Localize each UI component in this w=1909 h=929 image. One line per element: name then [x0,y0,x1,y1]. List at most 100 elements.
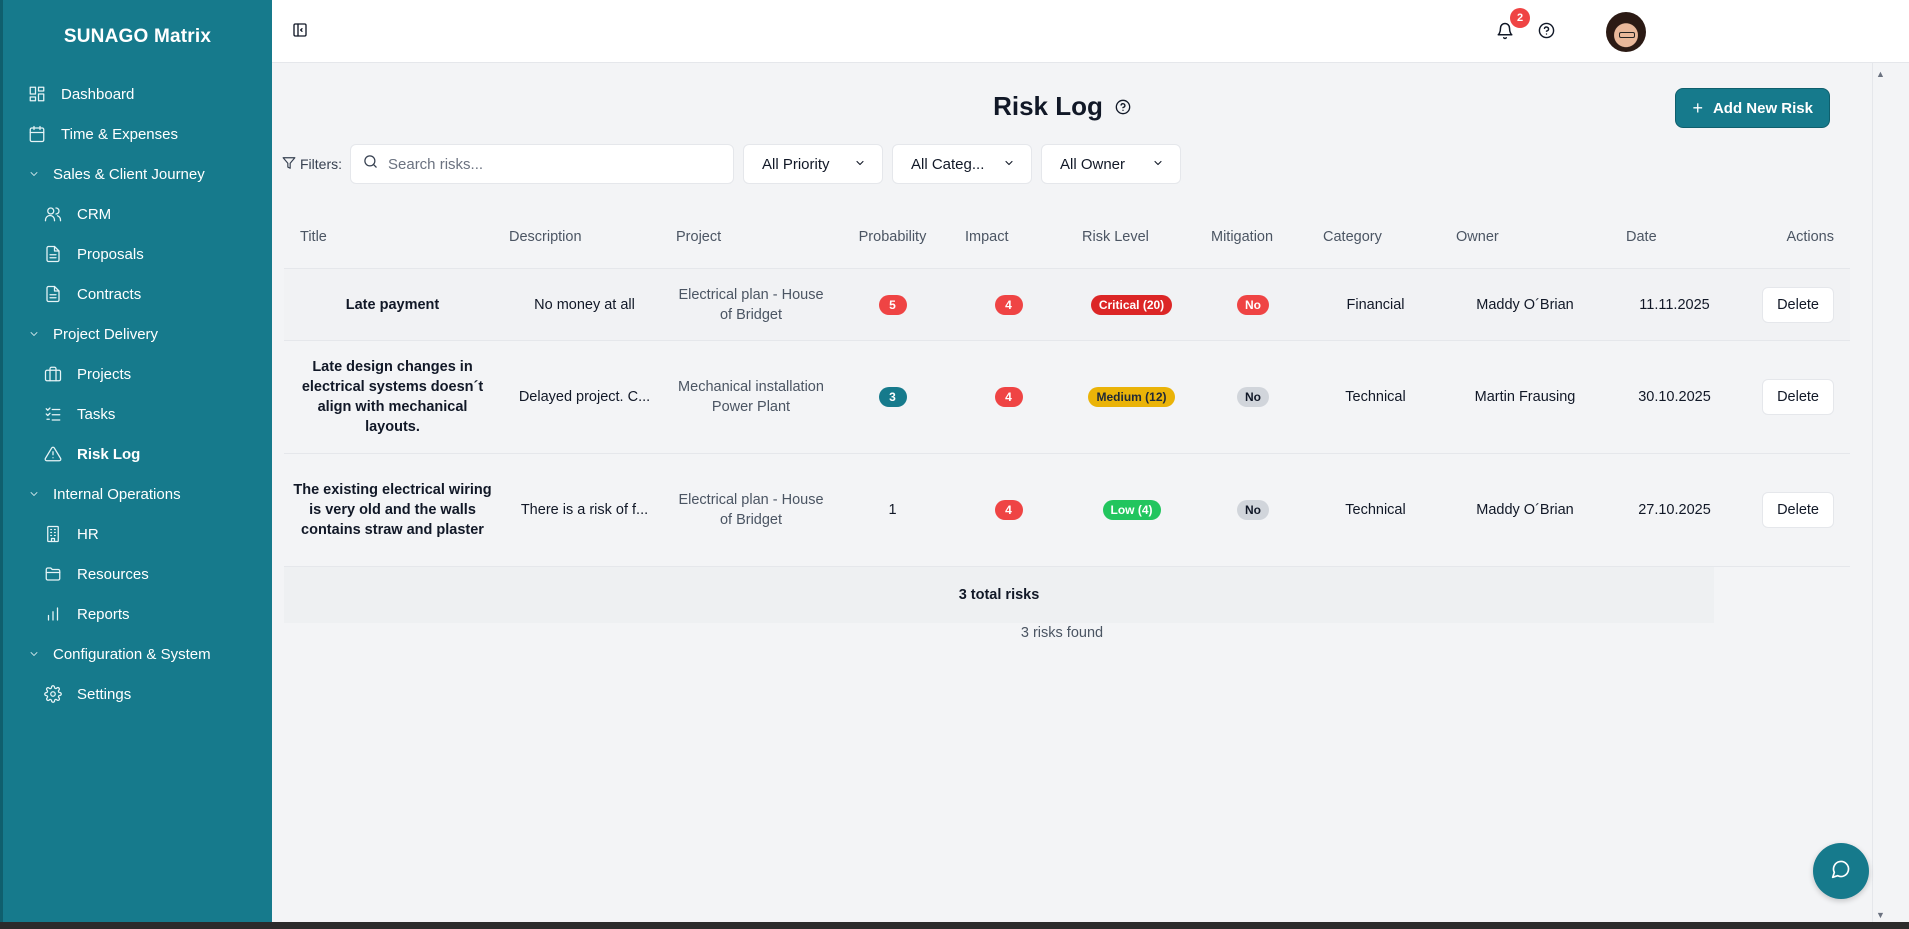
risk-title: The existing electrical wiring is very o… [293,482,492,538]
search-box [350,144,734,184]
impact-cell: 4 [951,294,1066,315]
sidebar-group-project-delivery[interactable]: Project Delivery [3,314,272,354]
sidebar-item-projects[interactable]: Projects [3,354,272,394]
search-input[interactable] [388,155,718,173]
sidebar-nav: Dashboard Time & Expenses Sales & Client… [3,74,272,714]
mitigation-cell: No [1197,294,1309,315]
impact-cell: 4 [951,500,1066,520]
sidebar-item-label: Time & Expenses [61,125,178,143]
risk-level-badge: Low (4) [1102,500,1161,520]
sidebar-item-settings[interactable]: Settings [3,674,272,714]
column-header-risk-level[interactable]: Risk Level [1066,229,1197,245]
risk-table: Title Description Project Probability Im… [284,205,1850,623]
mitigation-cell: No [1197,387,1309,407]
sidebar-item-reports[interactable]: Reports [3,594,272,634]
impact-badge: 4 [994,387,1023,407]
filter-icon [282,156,300,173]
sidebar-item-contracts[interactable]: Contracts [3,274,272,314]
main-content: Risk Log + Add New Risk Filters: All Pri… [272,63,1872,922]
sidebar-item-hr[interactable]: HR [3,514,272,554]
top-bar: 2 [272,0,1909,63]
table-row[interactable]: The existing electrical wiring is very o… [284,454,1850,567]
mitigation-badge: No [1237,387,1269,407]
probability-cell: 5 [834,294,951,315]
sidebar-item-label: Internal Operations [53,485,181,503]
users-icon [43,204,63,224]
sidebar-item-resources[interactable]: Resources [3,554,272,594]
window-bottom-edge [0,922,1909,929]
actions-cell: Delete [1741,379,1850,415]
sidebar-item-time-expenses[interactable]: Time & Expenses [3,114,272,154]
impact-badge: 4 [994,294,1023,315]
category-filter-value: All Categ... [911,155,985,173]
impact-cell: 4 [951,387,1066,407]
scroll-down-icon[interactable]: ▼ [1876,910,1885,920]
column-header-category[interactable]: Category [1309,229,1442,245]
chevron-down-icon [27,484,41,504]
scroll-up-icon[interactable]: ▲ [1876,69,1885,79]
risk-level-cell: Low (4) [1066,500,1197,520]
owner-filter-select[interactable]: All Owner [1041,144,1181,184]
sidebar-group-sales[interactable]: Sales & Client Journey [3,154,272,194]
risk-date: 11.11.2025 [1639,296,1710,313]
sidebar-item-risk-log[interactable]: Risk Log [3,434,272,474]
help-icon[interactable] [1538,22,1556,40]
chat-button[interactable] [1813,843,1869,899]
column-header-project[interactable]: Project [668,227,834,247]
risk-title: Late design changes in electrical system… [301,359,484,435]
page-header: Risk Log [272,91,1852,122]
mitigation-badge: No [1237,294,1269,315]
scrollbar[interactable]: ▲ ▼ [1872,63,1886,922]
avatar[interactable] [1606,12,1646,52]
sidebar-item-label: HR [77,525,99,543]
category-filter-select[interactable]: All Categ... [892,144,1032,184]
column-header-mitigation[interactable]: Mitigation [1197,229,1309,245]
column-header-actions: Actions [1786,228,1834,245]
column-header-owner[interactable]: Owner [1442,229,1608,245]
chevron-down-icon [27,324,41,344]
sidebar-toggle-icon[interactable] [292,22,310,40]
risk-project: Electrical plan - House of Bridget [678,492,824,528]
column-header-impact[interactable]: Impact [951,229,1066,245]
risk-date: 30.10.2025 [1638,389,1711,405]
priority-filter-select[interactable]: All Priority [743,144,883,184]
table-row[interactable]: Late design changes in electrical system… [284,341,1850,454]
document-icon [43,244,63,264]
column-header-description[interactable]: Description [501,229,668,245]
risk-category: Financial [1346,296,1405,313]
probability-badge: 3 [878,387,907,407]
sidebar-item-dashboard[interactable]: Dashboard [3,74,272,114]
delete-button[interactable]: Delete [1762,492,1834,528]
sidebar-item-crm[interactable]: CRM [3,194,272,234]
sidebar-item-tasks[interactable]: Tasks [3,394,272,434]
add-new-risk-button[interactable]: + Add New Risk [1675,88,1830,128]
search-icon [363,154,378,174]
folder-icon [43,564,63,584]
chevron-down-icon [844,156,866,173]
filters-text: Filters: [300,156,342,172]
sidebar-item-label: Resources [77,565,149,583]
column-header-date[interactable]: Date [1608,229,1741,245]
delete-button[interactable]: Delete [1762,286,1834,323]
risk-description: There is a risk of f... [520,502,649,518]
priority-filter-value: All Priority [762,155,830,173]
risk-level-cell: Critical (20) [1066,294,1197,315]
sidebar-item-label: Reports [77,605,130,623]
chat-icon [1831,859,1851,884]
sidebar: SUNAGO Matrix Dashboard Time & Expenses … [0,0,272,922]
risk-owner: Maddy O´Brian [1476,502,1574,518]
risk-owner: Martin Frausing [1474,389,1576,405]
probability-badge: 5 [878,294,907,315]
help-icon[interactable] [1115,99,1131,115]
checklist-icon [43,404,63,424]
sidebar-item-label: Project Delivery [53,325,159,343]
sidebar-group-internal-operations[interactable]: Internal Operations [3,474,272,514]
table-row[interactable]: Late payment No money at all Electrical … [284,269,1850,341]
column-header-probability[interactable]: Probability [834,229,951,245]
sidebar-item-proposals[interactable]: Proposals [3,234,272,274]
risk-title: Late payment [345,296,440,313]
sidebar-group-configuration[interactable]: Configuration & System [3,634,272,674]
delete-button[interactable]: Delete [1762,379,1834,415]
column-header-title[interactable]: Title [284,227,501,247]
warning-icon [43,444,63,464]
